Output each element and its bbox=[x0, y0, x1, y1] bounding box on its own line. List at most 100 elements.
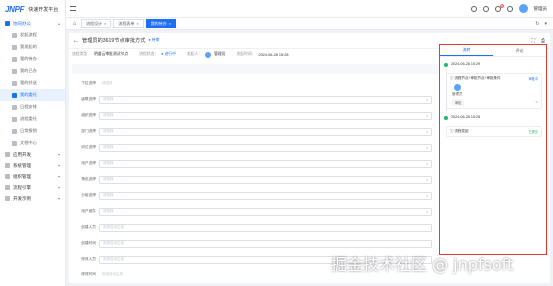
sidebar-nav: 协同办公 ▴ 发起流程 我发起的 我的待办 我的已办 我的抄送 我的委托 日程安… bbox=[0, 18, 65, 204]
close-icon[interactable]: × bbox=[104, 21, 106, 26]
sidebar-item-label: 日常报销 bbox=[20, 128, 37, 133]
avatar[interactable] bbox=[518, 4, 528, 13]
flow-record-panel: 流转 评论 2024-06-28 15:29 ⓘ 流程节点+审批节点+审批条件 … bbox=[439, 44, 547, 255]
sidebar-item-my-delegate[interactable]: 我的委托 bbox=[0, 89, 65, 101]
chevron-down-icon: ▾ bbox=[426, 177, 428, 182]
tab-label: 流程表单 bbox=[118, 20, 135, 26]
field-placeholder: 请选择 bbox=[103, 145, 114, 149]
fullscreen-icon[interactable] bbox=[482, 5, 489, 12]
form-strip bbox=[72, 64, 438, 74]
select-field[interactable]: 请选择 ▾ bbox=[99, 143, 432, 152]
search-icon[interactable] bbox=[470, 5, 477, 12]
back-arrow-icon[interactable]: ← bbox=[73, 38, 79, 44]
info-value: 管理员 bbox=[214, 52, 226, 56]
tab-flow-design[interactable]: 流程设计 × bbox=[81, 19, 112, 28]
edit-icon[interactable]: ✎ bbox=[535, 100, 538, 104]
expense-icon bbox=[12, 128, 17, 134]
sidebar-item-schedule[interactable]: 日程安排 bbox=[0, 101, 65, 113]
refresh-icon[interactable]: ↻ bbox=[535, 21, 539, 27]
engine-icon bbox=[5, 185, 10, 190]
field-placeholder: 请选择 bbox=[103, 113, 114, 117]
notification-badge: 3 bbox=[499, 3, 504, 8]
form-row: 分组选择 请选择 ▾ bbox=[72, 191, 438, 200]
menu-collapse-icon[interactable] bbox=[70, 6, 76, 11]
sidebar-group-label: 系统管理 bbox=[13, 162, 31, 168]
select-field[interactable]: 请选择 ▾ bbox=[99, 127, 432, 136]
expand-icon[interactable]: ⛶ bbox=[531, 38, 535, 44]
sidebar-group-appdev[interactable]: 应用开发 ▾ bbox=[0, 149, 65, 160]
card-header: ⓘ 流程节点+审批节点+审批条件 审批中 bbox=[450, 76, 538, 81]
timeline-card: ⓘ 流程节点+审批节点+审批条件 审批中 管理员 审批 ✎ bbox=[446, 73, 542, 109]
tab-flow-record[interactable]: 流转 bbox=[440, 45, 493, 56]
sidebar-item-my-initiated[interactable]: 我发起的 bbox=[0, 41, 65, 53]
timeline-time: 2024-06-28 15:28 bbox=[451, 115, 481, 119]
tab-bar: ⌂ 流程设计 × 流程表单 × 我的待办 × ↻ ▾ bbox=[66, 18, 553, 30]
field-label: 级联选择 bbox=[81, 97, 96, 101]
close-icon[interactable]: × bbox=[136, 21, 138, 26]
field-placeholder: 请选择 bbox=[103, 193, 114, 197]
form-row: 用户选择 请选择 ▾ bbox=[72, 159, 438, 168]
sidebar-item-label: 我的抄送 bbox=[20, 80, 37, 85]
sidebar-item-label: 我的委托 bbox=[20, 92, 37, 97]
sidebar-item-label: 我发起的 bbox=[20, 44, 37, 49]
sidebar-item-flow-delegate[interactable]: 流程委托 bbox=[0, 113, 65, 125]
panel-tabs: 流转 评论 bbox=[440, 45, 546, 57]
sidebar-item-expense[interactable]: 日常报销 bbox=[0, 125, 65, 137]
select-field[interactable]: 请选择 ▾ bbox=[99, 191, 432, 200]
home-icon[interactable]: ⌂ bbox=[70, 19, 79, 28]
timeline-line bbox=[445, 69, 447, 111]
sidebar-item-my-cc[interactable]: 我的抄送 bbox=[0, 77, 65, 89]
timeline-dot bbox=[444, 63, 448, 67]
tab-label: 流程设计 bbox=[86, 20, 102, 26]
chat-icon[interactable] bbox=[506, 5, 513, 12]
form-row: 组织选择 请选择 ▾ bbox=[72, 111, 438, 120]
select-field[interactable]: 请选择 ▾ bbox=[99, 207, 432, 216]
close-icon[interactable]: × bbox=[169, 21, 171, 26]
sidebar-group-label: 组织管理 bbox=[13, 173, 31, 179]
chevron-down-icon: ▾ bbox=[57, 152, 60, 157]
app-root: JNPF 快速开发平台 协同办公 ▴ 发起流程 我发起的 我的待办 我的已办 我… bbox=[0, 0, 553, 286]
sidebar-item-my-todo[interactable]: 我的待办 bbox=[0, 53, 65, 65]
calendar-icon bbox=[12, 104, 17, 110]
print-icon[interactable]: ⎙ bbox=[541, 38, 545, 44]
topbar: 3 管理员 bbox=[66, 0, 553, 18]
select-field[interactable]: 请选择 ▾ bbox=[99, 159, 432, 168]
timeline-item: 2024-06-28 15:28 bbox=[444, 115, 542, 120]
done-icon bbox=[12, 68, 17, 74]
cc-icon bbox=[12, 80, 17, 86]
select-field[interactable]: 请选择 ▾ bbox=[99, 175, 432, 184]
sidebar-item-my-done[interactable]: 我的已办 bbox=[0, 65, 65, 77]
collab-icon bbox=[5, 21, 10, 26]
sidebar-group-org[interactable]: 组织管理 ▾ bbox=[0, 171, 65, 182]
info-value: 2024-06-28 15:28 bbox=[258, 52, 289, 57]
select-field[interactable]: 请选择 bbox=[99, 80, 432, 88]
sidebar-group-engine[interactable]: 流程引擎 ▾ bbox=[0, 182, 65, 193]
sidebar-group-collab[interactable]: 协同办公 ▴ bbox=[0, 18, 65, 29]
sidebar-group-system[interactable]: 系统管理 ▾ bbox=[0, 160, 65, 171]
sidebar-group-examples[interactable]: 开发示例 ▾ bbox=[0, 193, 65, 204]
send-icon bbox=[12, 44, 17, 50]
chevron-down-icon[interactable]: ▾ bbox=[544, 21, 547, 27]
avatar bbox=[454, 84, 461, 91]
field-placeholder: 请选择 bbox=[103, 177, 114, 181]
chevron-down-icon: ▾ bbox=[426, 129, 428, 134]
form-row: 创建人员 系统自动生成 bbox=[72, 223, 438, 232]
chevron-down-icon: ▾ bbox=[57, 185, 60, 190]
delegate-icon bbox=[12, 92, 17, 98]
select-field[interactable]: 请选择 ▾ bbox=[99, 95, 432, 104]
topbar-right: 3 管理员 bbox=[470, 3, 553, 13]
user-name[interactable]: 管理员 bbox=[534, 6, 548, 12]
sidebar-item-docs[interactable]: 文档中心 bbox=[0, 137, 65, 149]
bell-icon[interactable]: 3 bbox=[494, 3, 504, 12]
tab-my-todo[interactable]: 我的待办 × bbox=[145, 19, 177, 28]
form-row: 角色选择 请选择 ▾ bbox=[72, 175, 438, 184]
field-label: 修改时间 bbox=[81, 272, 96, 276]
tab-comments[interactable]: 评论 bbox=[493, 45, 546, 56]
tab-flow-form[interactable]: 流程表单 × bbox=[113, 19, 144, 28]
field-placeholder: 系统自动生成 bbox=[103, 241, 124, 245]
sidebar-group-label: 协同办公 bbox=[13, 20, 31, 26]
appdev-icon bbox=[5, 152, 10, 157]
sidebar-item-start-flow[interactable]: 发起流程 bbox=[0, 29, 65, 41]
chevron-down-icon: ▾ bbox=[426, 161, 428, 166]
select-field[interactable]: 请选择 ▾ bbox=[99, 111, 432, 120]
